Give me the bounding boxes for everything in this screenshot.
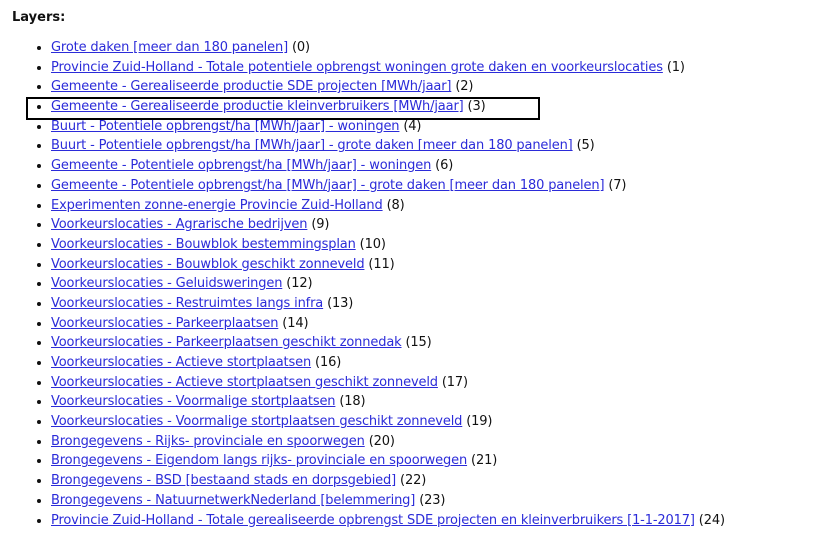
layer-index: (24) <box>698 512 725 528</box>
layer-index: (8) <box>386 197 405 213</box>
layer-link[interactable]: Gemeente - Potentiele opbrengst/ha [MWh/… <box>51 178 605 193</box>
layer-index: (9) <box>311 217 330 233</box>
layer-index: (1) <box>666 59 685 75</box>
layer-item: Provincie Zuid-Holland - Totale potentie… <box>51 58 725 78</box>
layer-link[interactable]: Buurt - Potentiele opbrengst/ha [MWh/jaa… <box>51 119 400 134</box>
layer-link[interactable]: Voorkeurslocaties - Bouwblok bestemmings… <box>51 237 356 252</box>
layer-link[interactable]: Brongegevens - BSD [bestaand stads en do… <box>51 473 396 488</box>
layer-item: Voorkeurslocaties - Restruimtes langs in… <box>51 294 725 314</box>
layers-heading: Layers: <box>12 10 66 25</box>
layer-index: (11) <box>368 256 395 272</box>
layer-link[interactable]: Gemeente - Potentiele opbrengst/ha [MWh/… <box>51 158 431 173</box>
layer-link[interactable]: Gemeente - Gerealiseerde productie klein… <box>51 99 464 114</box>
layer-link[interactable]: Voorkeurslocaties - Agrarische bedrijven <box>51 217 308 232</box>
layer-item: Voorkeurslocaties - Agrarische bedrijven… <box>51 215 725 235</box>
layer-item: Brongegevens - BSD [bestaand stads en do… <box>51 471 725 491</box>
layer-link[interactable]: Brongegevens - Rijks- provinciale en spo… <box>51 434 365 449</box>
layer-index: (16) <box>315 355 342 370</box>
layer-index: (20) <box>368 433 395 449</box>
layer-index: (17) <box>441 374 468 390</box>
layer-item: Voorkeurslocaties - Voormalige stortplaa… <box>51 392 725 412</box>
layer-index: (21) <box>471 453 498 469</box>
layer-link[interactable]: Voorkeurslocaties - Restruimtes langs in… <box>51 296 323 311</box>
layer-item: Brongegevens - Eigendom langs rijks- pro… <box>51 451 725 471</box>
layer-item: Voorkeurslocaties - Voormalige stortplaa… <box>51 412 725 432</box>
layer-item: Gemeente - Gerealiseerde productie klein… <box>51 97 725 117</box>
layer-index: (10) <box>359 236 386 252</box>
layer-link[interactable]: Voorkeurslocaties - Parkeerplaatsen <box>51 316 278 331</box>
layer-index: (3) <box>467 99 486 115</box>
layer-item: Buurt - Potentiele opbrengst/ha [MWh/jaa… <box>51 117 725 137</box>
layer-index: (2) <box>455 79 474 95</box>
layer-index: (15) <box>405 335 432 351</box>
layer-link[interactable]: Brongegevens - NatuurnetwerkNederland [b… <box>51 493 415 508</box>
layer-link[interactable]: Provincie Zuid-Holland - Totale gerealis… <box>51 513 695 528</box>
layer-item: Voorkeurslocaties - Actieve stortplaatse… <box>51 373 725 393</box>
layer-item: Gemeente - Potentiele opbrengst/ha [MWh/… <box>51 176 725 196</box>
layer-index: (19) <box>466 414 493 430</box>
layer-link[interactable]: Brongegevens - Eigendom langs rijks- pro… <box>51 453 467 468</box>
layer-index: (22) <box>400 473 427 489</box>
layer-item: Voorkeurslocaties - Parkeerplaatsen (14) <box>51 314 725 334</box>
layer-item: Brongegevens - Rijks- provinciale en spo… <box>51 432 725 452</box>
layer-item: Voorkeurslocaties - Geluidsweringen (12) <box>51 274 725 294</box>
layer-item: Provincie Zuid-Holland - Totale gerealis… <box>51 511 725 531</box>
layer-index: (4) <box>403 118 422 134</box>
layer-index: (23) <box>419 492 446 508</box>
layer-item: Buurt - Potentiele opbrengst/ha [MWh/jaa… <box>51 136 725 156</box>
layer-link[interactable]: Experimenten zonne-energie Provincie Zui… <box>51 198 383 213</box>
layer-item: Voorkeurslocaties - Bouwblok geschikt zo… <box>51 255 725 275</box>
layer-index: (12) <box>286 276 313 292</box>
layer-link[interactable]: Grote daken [meer dan 180 panelen] <box>51 40 288 55</box>
layer-link[interactable]: Voorkeurslocaties - Actieve stortplaatse… <box>51 355 311 370</box>
layer-index: (5) <box>576 138 595 154</box>
layer-index: (6) <box>435 158 454 174</box>
layer-item: Experimenten zonne-energie Provincie Zui… <box>51 196 725 216</box>
layer-index: (0) <box>291 40 310 55</box>
layer-link[interactable]: Voorkeurslocaties - Voormalige stortplaa… <box>51 414 462 429</box>
layer-link[interactable]: Voorkeurslocaties - Actieve stortplaatse… <box>51 375 438 390</box>
layer-link[interactable]: Voorkeurslocaties - Voormalige stortplaa… <box>51 394 336 409</box>
layer-item: Gemeente - Potentiele opbrengst/ha [MWh/… <box>51 156 725 176</box>
layer-index: (18) <box>339 394 366 410</box>
layer-link[interactable]: Voorkeurslocaties - Parkeerplaatsen gesc… <box>51 335 402 350</box>
layer-item: Grote daken [meer dan 180 panelen] (0) <box>51 38 725 58</box>
layer-index: (7) <box>608 177 627 193</box>
layer-index: (14) <box>282 315 309 331</box>
layer-link[interactable]: Gemeente - Gerealiseerde productie SDE p… <box>51 79 451 94</box>
layer-item: Gemeente - Gerealiseerde productie SDE p… <box>51 77 725 97</box>
layer-index: (13) <box>327 295 354 311</box>
layer-list: Grote daken [meer dan 180 panelen] (0) Pr… <box>0 38 725 530</box>
layer-item: Voorkeurslocaties - Actieve stortplaatse… <box>51 353 725 373</box>
layer-link[interactable]: Buurt - Potentiele opbrengst/ha [MWh/jaa… <box>51 138 573 153</box>
layer-item: Voorkeurslocaties - Bouwblok bestemmings… <box>51 235 725 255</box>
layer-link[interactable]: Provincie Zuid-Holland - Totale potentie… <box>51 60 663 75</box>
layer-item: Brongegevens - NatuurnetwerkNederland [b… <box>51 491 725 511</box>
layer-item: Voorkeurslocaties - Parkeerplaatsen gesc… <box>51 333 725 353</box>
layer-link[interactable]: Voorkeurslocaties - Geluidsweringen <box>51 276 282 291</box>
layer-link[interactable]: Voorkeurslocaties - Bouwblok geschikt zo… <box>51 257 365 272</box>
